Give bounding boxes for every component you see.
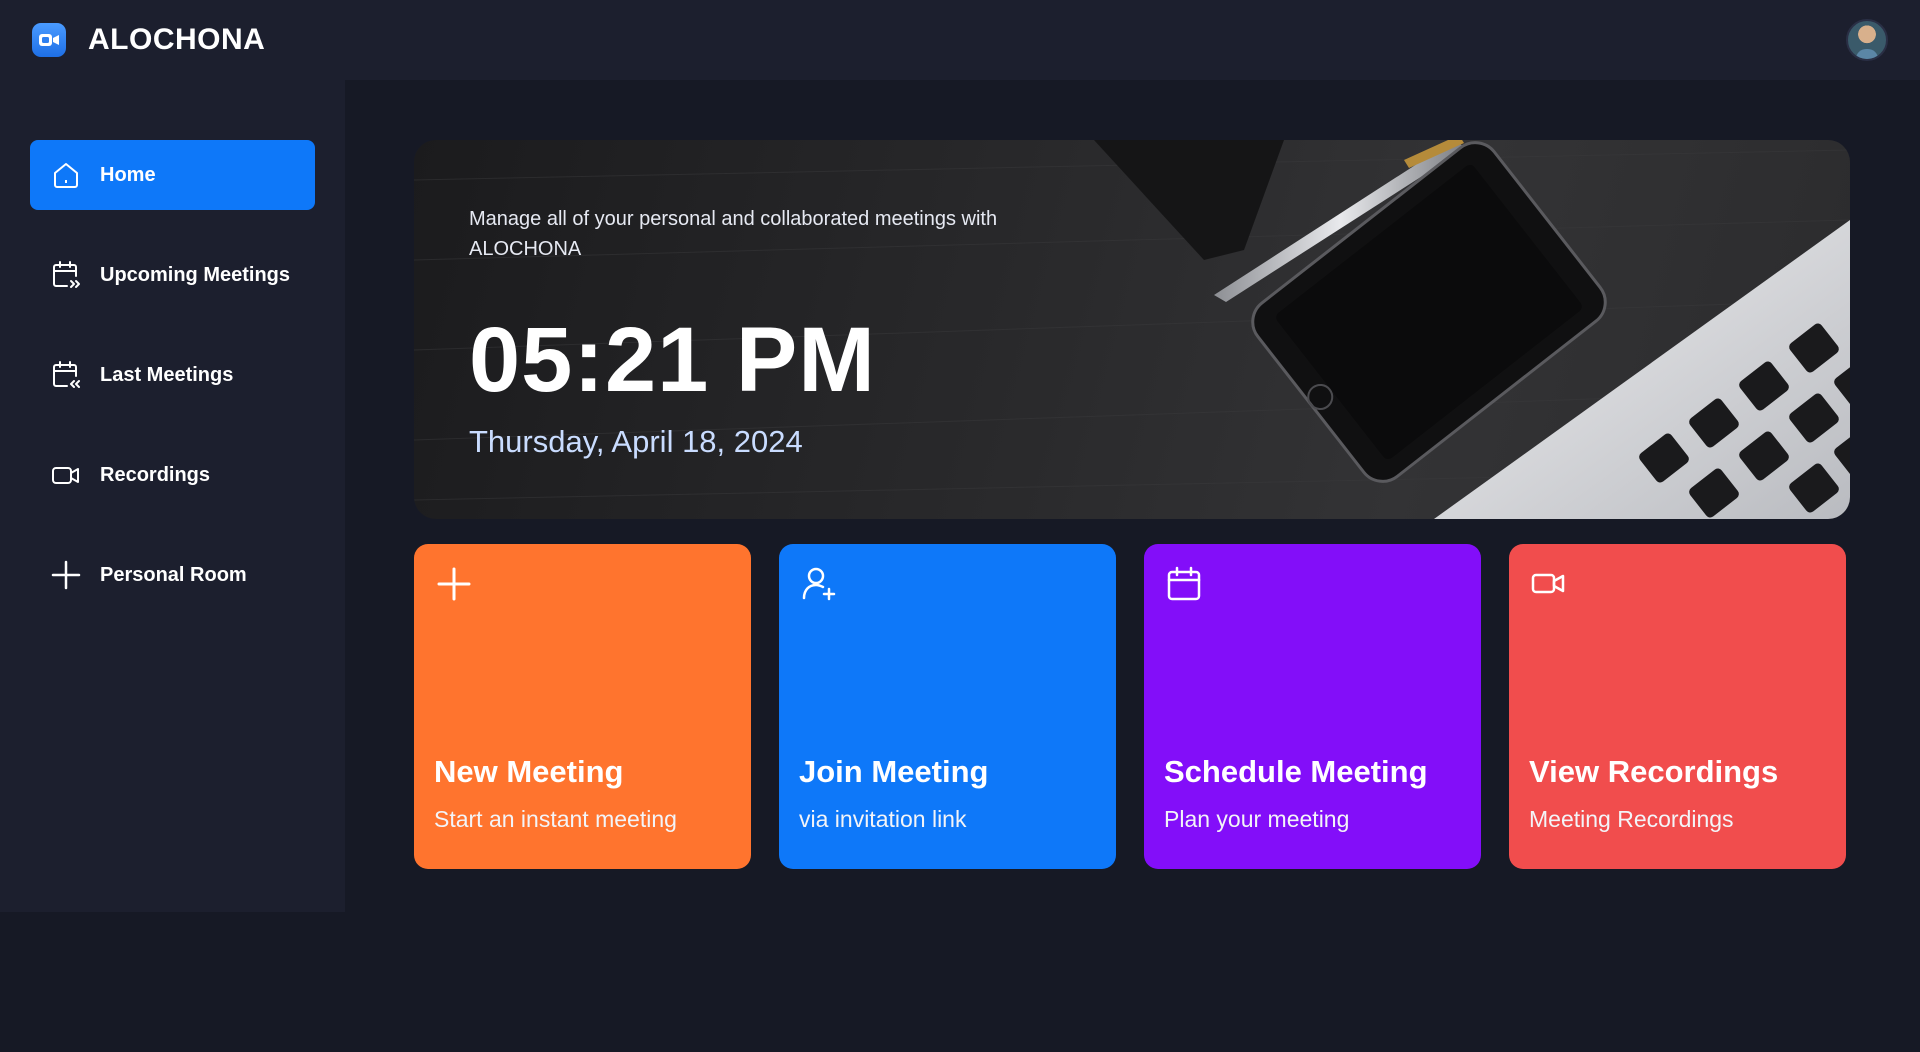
current-time: 05:21 PM bbox=[469, 309, 876, 411]
home-icon bbox=[50, 159, 82, 191]
card-description: Plan your meeting bbox=[1164, 806, 1350, 832]
brand[interactable]: ALOCHONA bbox=[32, 23, 265, 57]
sidebar-item-last-meetings[interactable]: Last Meetings bbox=[30, 340, 315, 410]
card-title: View Recordings bbox=[1529, 754, 1779, 789]
hero-text: Manage all of your personal and collabor… bbox=[469, 204, 1029, 460]
calendar-forward-icon bbox=[50, 259, 82, 291]
brand-name: ALOCHONA bbox=[88, 23, 266, 56]
sidebar-item-label: Last Meetings bbox=[100, 363, 234, 386]
join-meeting-card[interactable]: Join Meeting via invitation link bbox=[779, 544, 1116, 869]
sidebar-item-label: Recordings bbox=[100, 463, 211, 486]
user-add-icon bbox=[799, 564, 839, 604]
current-date: Thursday, April 18, 2024 bbox=[469, 424, 803, 459]
video-icon bbox=[50, 459, 82, 491]
sidebar-item-recordings[interactable]: Recordings bbox=[30, 440, 315, 510]
sidebar-item-label: Home bbox=[100, 163, 156, 186]
sidebar-item-label: Upcoming Meetings bbox=[100, 263, 291, 286]
sidebar: Home Upcoming Meetings Last Meetings Rec… bbox=[0, 80, 345, 912]
sidebar-item-personal-room[interactable]: Personal Room bbox=[30, 540, 315, 610]
card-description: Start an instant meeting bbox=[434, 806, 677, 832]
sidebar-item-label: Personal Room bbox=[100, 563, 247, 586]
action-cards: New Meeting Start an instant meeting Joi… bbox=[414, 544, 1850, 869]
main-content: Manage all of your personal and collabor… bbox=[345, 80, 1920, 1052]
view-recordings-card[interactable]: View Recordings Meeting Recordings bbox=[1509, 544, 1846, 869]
card-title: New Meeting bbox=[434, 754, 624, 789]
card-description: Meeting Recordings bbox=[1529, 806, 1734, 832]
calendar-back-icon bbox=[50, 359, 82, 391]
hero-banner: Manage all of your personal and collabor… bbox=[414, 140, 1850, 519]
video-logo-icon bbox=[32, 23, 66, 57]
video-icon bbox=[1529, 564, 1569, 604]
card-title: Schedule Meeting bbox=[1164, 754, 1428, 789]
new-meeting-card[interactable]: New Meeting Start an instant meeting bbox=[414, 544, 751, 869]
hero-subtitle: Manage all of your personal and collabor… bbox=[469, 208, 998, 260]
card-description: via invitation link bbox=[799, 806, 967, 832]
plus-icon bbox=[50, 559, 82, 591]
user-avatar[interactable] bbox=[1846, 19, 1888, 61]
plus-icon bbox=[434, 564, 474, 604]
sidebar-item-home[interactable]: Home bbox=[30, 140, 315, 210]
calendar-icon bbox=[1164, 564, 1204, 604]
top-navbar: ALOCHONA bbox=[0, 0, 1920, 80]
schedule-meeting-card[interactable]: Schedule Meeting Plan your meeting bbox=[1144, 544, 1481, 869]
sidebar-item-upcoming-meetings[interactable]: Upcoming Meetings bbox=[30, 240, 315, 310]
card-title: Join Meeting bbox=[799, 754, 989, 789]
